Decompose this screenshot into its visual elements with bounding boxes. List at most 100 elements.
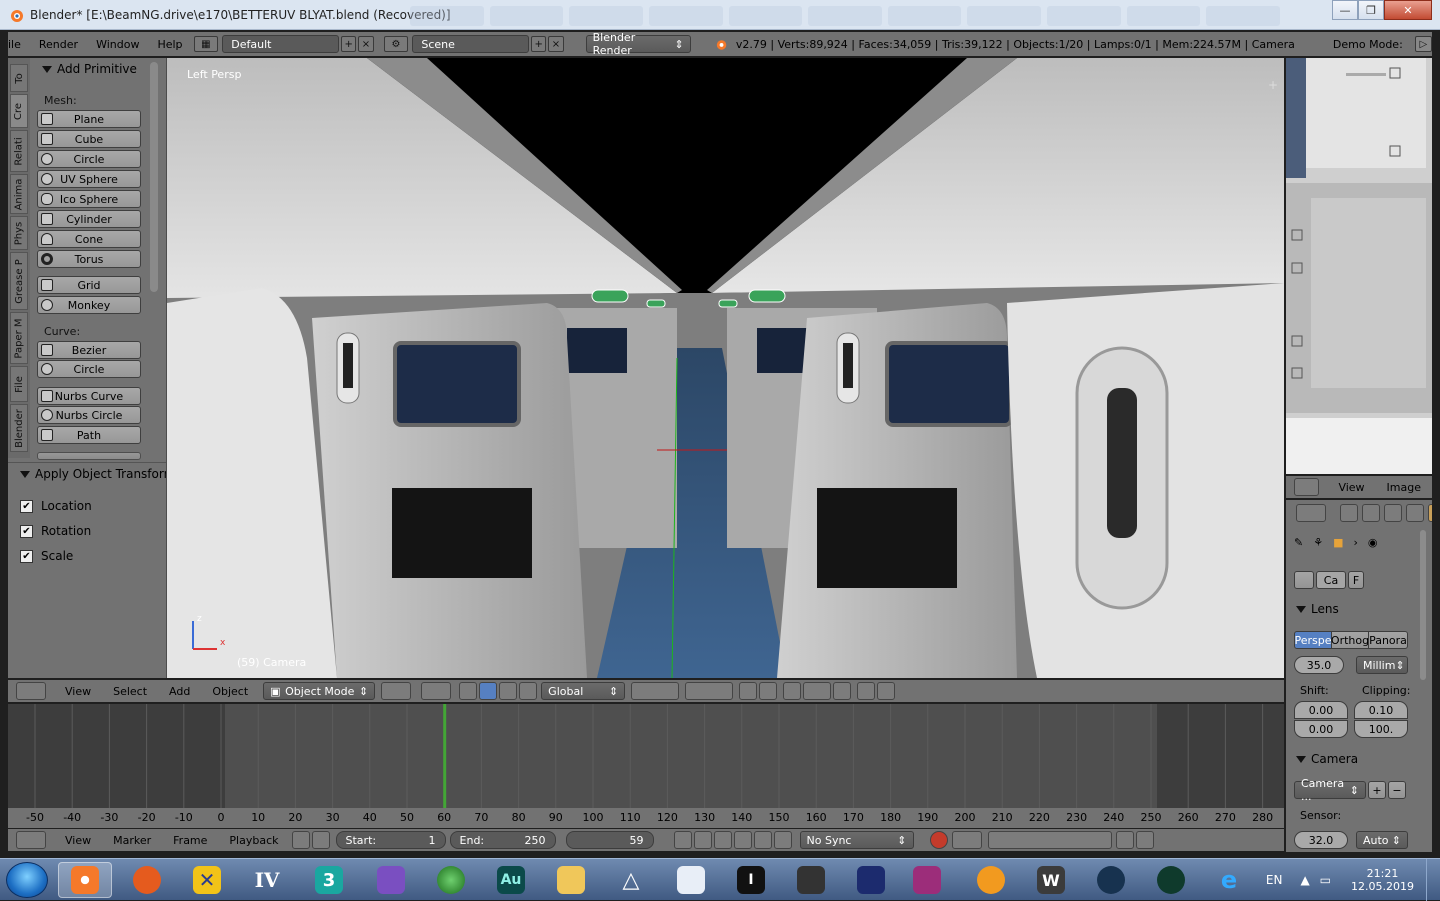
translate-manipulator-icon[interactable] bbox=[479, 682, 498, 700]
mode-dropdown[interactable]: ▣ Object Mode ⇕ bbox=[263, 682, 376, 700]
taskbar-3ds-max[interactable]: 3 bbox=[302, 862, 356, 898]
lens-perspective-button[interactable]: Perspe bbox=[1294, 631, 1332, 649]
add-path-button[interactable]: Path bbox=[37, 426, 141, 444]
rotate-manipulator-icon[interactable] bbox=[499, 682, 518, 700]
menu-image[interactable]: Image bbox=[1376, 481, 1432, 494]
camera-datablock-icon[interactable] bbox=[1294, 571, 1314, 589]
scene-icon[interactable]: ⚙ bbox=[383, 36, 409, 52]
remove-scene-icon[interactable]: × bbox=[548, 36, 564, 52]
insert-keyframe-icon[interactable] bbox=[1115, 831, 1134, 849]
add-nurbs-curve-button[interactable]: Nurbs Curve bbox=[37, 387, 141, 405]
viewport-shading-icon[interactable] bbox=[381, 682, 412, 700]
snap-target-icon[interactable] bbox=[833, 682, 852, 700]
pin-icon[interactable]: ✎ bbox=[1294, 536, 1303, 549]
jump-keyframe-forward-icon[interactable] bbox=[753, 831, 772, 849]
taskbar-globe[interactable] bbox=[424, 862, 478, 898]
add-ico-sphere-button[interactable]: Ico Sphere bbox=[37, 190, 141, 208]
play-icon[interactable] bbox=[733, 831, 752, 849]
jump-end-icon[interactable] bbox=[773, 831, 792, 849]
tab-blender[interactable]: Blender bbox=[10, 404, 28, 452]
add-curve-circle-button[interactable]: Circle bbox=[37, 360, 141, 378]
sensor-fit-dropdown[interactable]: Auto ⇕ bbox=[1356, 831, 1408, 849]
tab-create[interactable]: Cre bbox=[10, 94, 28, 128]
menu-render[interactable]: Render bbox=[30, 38, 87, 51]
menu-object[interactable]: Object bbox=[201, 685, 259, 698]
add-bezier-button[interactable]: Bezier bbox=[37, 341, 141, 359]
tool-shelf-scrollbar[interactable] bbox=[150, 62, 158, 292]
close-button[interactable]: ✕ bbox=[1384, 0, 1432, 20]
taskbar-node-app[interactable] bbox=[120, 862, 174, 898]
menu-timeline-view[interactable]: View bbox=[54, 834, 102, 847]
tab-animation[interactable]: Anima bbox=[10, 174, 28, 214]
taskbar-triangle-app[interactable]: △ bbox=[604, 862, 658, 898]
show-hidden-icons-icon[interactable]: ▲ bbox=[1300, 873, 1309, 887]
taskbar-gta-iv[interactable]: IV bbox=[240, 862, 294, 898]
play-reverse-icon[interactable] bbox=[713, 831, 732, 849]
lens-orthographic-button[interactable]: Orthog bbox=[1331, 631, 1369, 649]
sensor-size-field[interactable]: 32.0 bbox=[1294, 831, 1348, 849]
menu-frame[interactable]: Frame bbox=[162, 834, 218, 847]
shift-x-field[interactable]: 0.00 bbox=[1294, 701, 1348, 719]
taskbar-synth[interactable] bbox=[784, 862, 838, 898]
editor-type-icon[interactable] bbox=[16, 831, 46, 849]
image-editor-preview[interactable] bbox=[1286, 58, 1432, 474]
screen-layout-field[interactable]: Default bbox=[222, 35, 339, 53]
jump-keyframe-back-icon[interactable] bbox=[693, 831, 712, 849]
taskbar-paper-app[interactable] bbox=[664, 862, 718, 898]
transform-orientation-dropdown[interactable]: Global ⇕ bbox=[541, 682, 626, 700]
layers-grid-2-icon[interactable] bbox=[685, 682, 734, 700]
preview-range-icon[interactable] bbox=[291, 831, 310, 849]
rotation-checkbox[interactable]: ✔ Rotation bbox=[20, 524, 91, 538]
menu-playback[interactable]: Playback bbox=[218, 834, 289, 847]
tab-paper-model[interactable]: Paper M bbox=[10, 312, 28, 364]
taskbar-visual-studio[interactable] bbox=[364, 862, 418, 898]
shift-y-field[interactable]: 0.00 bbox=[1294, 720, 1348, 738]
add-cone-button[interactable]: Cone bbox=[37, 230, 141, 248]
tab-tools[interactable]: To bbox=[10, 64, 28, 92]
tab-physics[interactable]: Phys bbox=[10, 216, 28, 250]
render-layers-tab-icon[interactable] bbox=[1362, 504, 1380, 522]
editor-type-icon[interactable] bbox=[1294, 478, 1320, 496]
render-animation-icon[interactable] bbox=[877, 682, 896, 700]
scene-field[interactable]: Scene bbox=[412, 35, 530, 53]
screen-layout-icon[interactable]: ▦ bbox=[193, 36, 219, 52]
taskbar-internet-explorer[interactable]: e bbox=[1202, 862, 1256, 898]
language-indicator[interactable]: EN bbox=[1266, 873, 1283, 887]
location-checkbox[interactable]: ✔ Location bbox=[20, 499, 92, 513]
add-torus-button[interactable]: Torus bbox=[37, 250, 141, 268]
start-frame-field[interactable]: Start: 1 bbox=[335, 831, 446, 849]
lens-unit-dropdown[interactable]: Millim ⇕ bbox=[1356, 656, 1408, 674]
camera-datablock-name[interactable]: Ca bbox=[1316, 571, 1346, 589]
keying-set-icon[interactable] bbox=[951, 831, 982, 849]
active-keying-set-field[interactable] bbox=[987, 831, 1112, 849]
taskbar-sun-app[interactable] bbox=[964, 862, 1018, 898]
taskbar-winrar[interactable] bbox=[900, 862, 954, 898]
add-nurbs-circle-button[interactable]: Nurbs Circle bbox=[37, 406, 141, 424]
clip-end-field[interactable]: 100. bbox=[1354, 720, 1408, 738]
taskbar-monitor[interactable] bbox=[1144, 862, 1198, 898]
play-demo-icon[interactable]: ▷ bbox=[1414, 36, 1432, 52]
editor-type-icon[interactable] bbox=[16, 682, 46, 700]
apply-transform-header[interactable]: Apply Object Transform bbox=[20, 467, 166, 481]
timeline-editor[interactable]: -50 -40 -30 -20 -10 0 10 20 30 40 50 60 70 80 90 100 110… bbox=[8, 704, 1284, 828]
menu-image-view[interactable]: View bbox=[1327, 481, 1375, 494]
lens-panoramic-button[interactable]: Panora bbox=[1368, 631, 1408, 649]
menu-window[interactable]: Window bbox=[87, 38, 148, 51]
current-frame-field[interactable]: 59 bbox=[565, 831, 654, 849]
add-plane-button[interactable]: Plane bbox=[37, 110, 141, 128]
add-scene-icon[interactable]: + bbox=[531, 36, 547, 52]
focal-length-field[interactable]: 35.0 bbox=[1294, 656, 1344, 674]
add-grid-button[interactable]: Grid bbox=[37, 276, 141, 294]
tab-file[interactable]: File bbox=[10, 366, 28, 402]
clock[interactable]: 21:21 12.05.2019 bbox=[1351, 867, 1414, 893]
taskbar-intellij[interactable]: I bbox=[724, 862, 778, 898]
menu-view[interactable]: View bbox=[54, 685, 102, 698]
pivot-point-icon[interactable] bbox=[421, 682, 452, 700]
remove-preset-icon[interactable]: − bbox=[1388, 781, 1406, 799]
menu-help[interactable]: Help bbox=[148, 38, 191, 51]
menu-add[interactable]: Add bbox=[158, 685, 201, 698]
scene-tab-icon[interactable] bbox=[1384, 504, 1402, 522]
taskbar-w-app[interactable]: W bbox=[1024, 862, 1078, 898]
taskbar-steam[interactable] bbox=[1084, 862, 1138, 898]
render-engine-dropdown[interactable]: Blender Render ⇕ bbox=[585, 31, 691, 57]
